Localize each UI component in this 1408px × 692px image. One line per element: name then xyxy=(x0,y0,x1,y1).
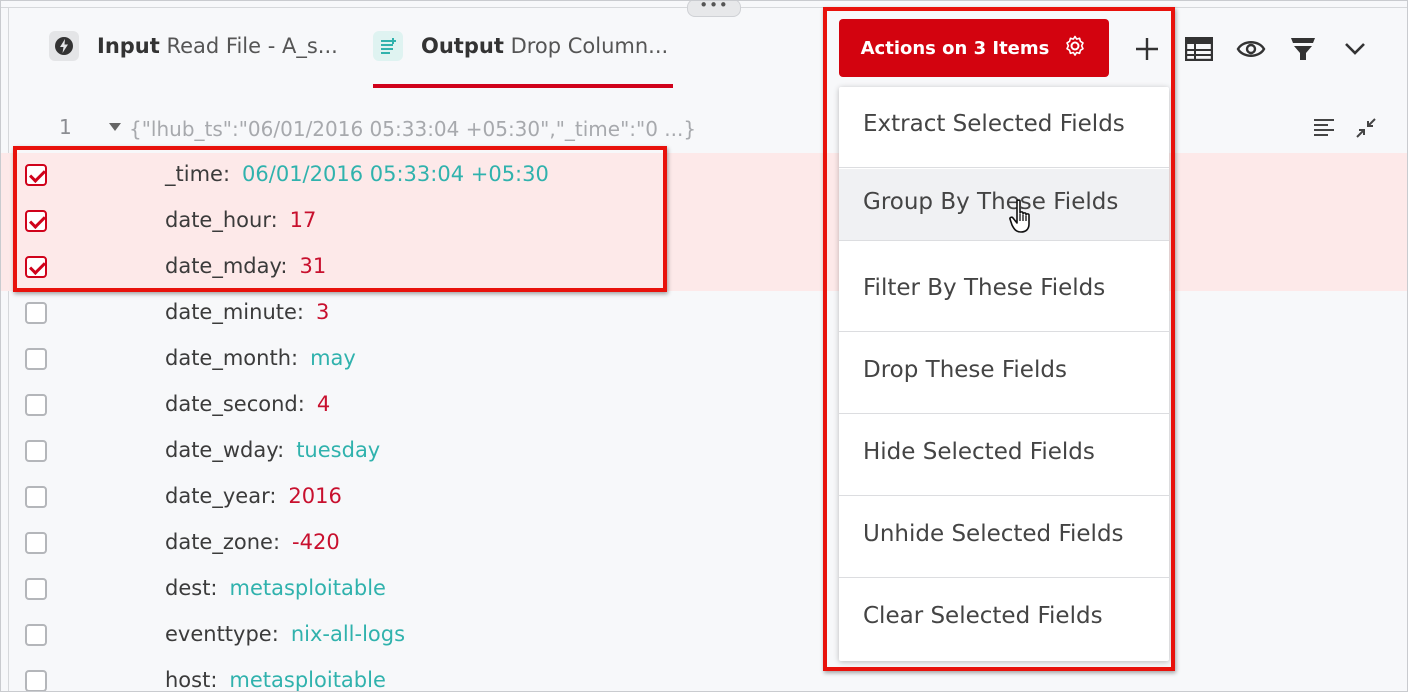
field-entry: host: metasploitable xyxy=(165,668,386,692)
field-checkbox[interactable] xyxy=(25,440,47,462)
field-checkbox[interactable] xyxy=(25,348,47,370)
field-row: date_month: may xyxy=(1,338,821,384)
tab-input-subtitle: Read File - A_s... xyxy=(166,34,338,58)
field-checkbox[interactable] xyxy=(25,394,47,416)
field-entry: date_zone: -420 xyxy=(165,530,340,554)
field-row: date_zone: -420 xyxy=(1,522,821,568)
collapse-caret-icon[interactable] xyxy=(109,123,121,131)
field-checkbox[interactable] xyxy=(25,578,47,600)
document-icon xyxy=(373,31,403,61)
active-tab-indicator xyxy=(373,84,673,88)
field-row: dest: metasploitable xyxy=(1,568,821,614)
field-checkbox[interactable] xyxy=(25,302,47,324)
field-entry: date_second: 4 xyxy=(165,392,330,416)
app-frame: ••• ··· Input Read File - A_s... Outp xyxy=(0,0,1408,692)
field-row: host: metasploitable xyxy=(1,660,821,692)
field-entry: date_wday: tuesday xyxy=(165,438,380,462)
field-key: date_zone: xyxy=(165,530,281,554)
tab-output-title: Output xyxy=(421,34,504,58)
field-value: 4 xyxy=(316,392,331,416)
filter-icon[interactable] xyxy=(1288,34,1318,64)
json-preview: {"lhub_ts":"06/01/2016 05:33:04 +05:30",… xyxy=(129,117,697,141)
field-row: eventtype: nix-all-logs xyxy=(1,614,821,660)
field-key: date_minute: xyxy=(165,300,304,324)
field-key: date_second: xyxy=(165,392,305,416)
field-row: date_minute: 3 xyxy=(1,292,821,338)
field-key: eventtype: xyxy=(165,622,279,646)
field-checkbox[interactable] xyxy=(25,486,47,508)
field-entry: date_year: 2016 xyxy=(165,484,342,508)
tab-output-label: Output Drop Column... xyxy=(421,31,668,61)
tab-input-label: Input Read File - A_s... xyxy=(97,31,338,61)
field-value: may xyxy=(310,346,356,370)
field-key: date_month: xyxy=(165,346,299,370)
field-entry: eventtype: nix-all-logs xyxy=(165,622,405,646)
field-key: dest: xyxy=(165,576,218,600)
eye-icon[interactable] xyxy=(1236,34,1266,64)
tab-input-title: Input xyxy=(97,34,160,58)
field-entry: date_month: may xyxy=(165,346,356,370)
field-row: date_year: 2016 xyxy=(1,476,821,522)
chevron-down-icon[interactable] xyxy=(1340,34,1370,64)
field-checkbox[interactable] xyxy=(25,624,47,646)
tab-output[interactable]: Output Drop Column... xyxy=(373,31,668,73)
bolt-icon xyxy=(49,31,79,61)
drag-handle[interactable]: ••• xyxy=(687,1,741,17)
field-value: metasploitable xyxy=(229,668,386,692)
field-value: -420 xyxy=(292,530,340,554)
field-value: 2016 xyxy=(288,484,342,508)
align-left-icon[interactable] xyxy=(1312,115,1338,141)
field-entry: dest: metasploitable xyxy=(165,576,386,600)
field-key: date_year: xyxy=(165,484,277,508)
field-value: nix-all-logs xyxy=(290,622,406,646)
actions-menu-annotation xyxy=(823,7,1175,671)
field-value: 3 xyxy=(316,300,330,324)
selected-fields-annotation xyxy=(13,146,667,292)
field-key: host: xyxy=(165,668,218,692)
table-icon[interactable] xyxy=(1184,34,1214,64)
field-key: date_wday: xyxy=(165,438,285,462)
field-checkbox[interactable] xyxy=(25,670,47,691)
field-value: metasploitable xyxy=(229,576,386,600)
field-value: tuesday xyxy=(296,438,381,462)
tab-input[interactable]: Input Read File - A_s... xyxy=(49,31,338,73)
line-number: 1 xyxy=(59,115,72,139)
field-row: date_second: 4 xyxy=(1,384,821,430)
tab-output-subtitle: Drop Column... xyxy=(510,34,669,58)
field-row: date_wday: tuesday xyxy=(1,430,821,476)
collapse-icon[interactable] xyxy=(1353,115,1379,141)
field-checkbox[interactable] xyxy=(25,532,47,554)
field-entry: date_minute: 3 xyxy=(165,300,329,324)
